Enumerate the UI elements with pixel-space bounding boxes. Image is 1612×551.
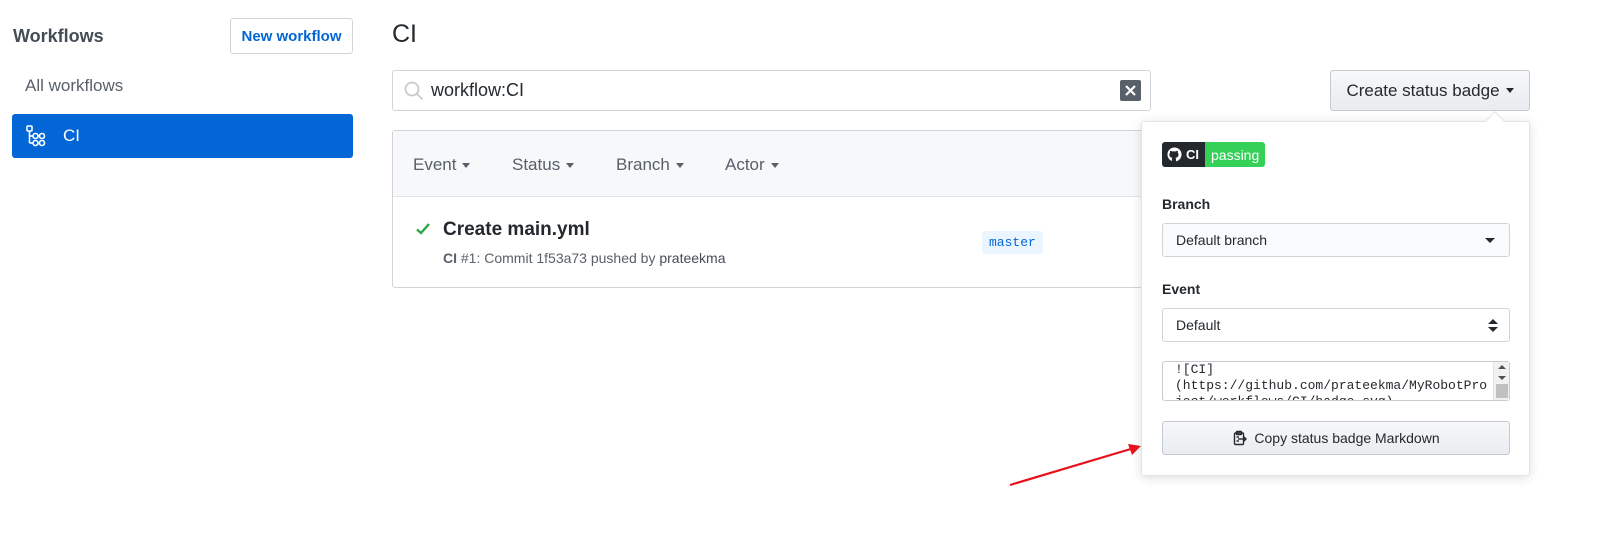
sidebar-title: Workflows [13,26,104,46]
branch-label: Branch [1162,196,1211,212]
create-status-badge-button[interactable]: Create status badge [1330,70,1530,111]
copy-badge-markdown-label: Copy status badge Markdown [1254,430,1440,446]
search-icon [403,80,425,102]
filter-branch-label: Branch [616,155,670,174]
workflow-icon [24,124,48,148]
filter-event-label: Event [413,155,457,174]
check-icon [415,221,431,240]
textarea-scrollbar[interactable] [1493,362,1509,400]
filter-actor[interactable]: Actor [725,155,779,175]
status-badge-popover: CI passing Branch Default branch Event D… [1141,121,1530,476]
run-title-link[interactable]: Create main.yml [443,219,590,241]
filter-branch[interactable]: Branch [616,155,684,175]
page-title: CI [392,20,417,48]
caret-down-icon [1485,238,1495,243]
clear-search-icon[interactable] [1120,80,1141,101]
copy-badge-markdown-button[interactable]: Copy status badge Markdown [1162,421,1510,455]
run-meta-text: : Commit 1f53a73 pushed by [476,250,656,266]
sidebar-item-all-workflows[interactable]: All workflows [25,76,123,96]
clipboard-icon [1232,430,1248,446]
event-label: Event [1162,281,1201,297]
filter-status-label: Status [512,155,561,174]
chevron-down-icon [1505,88,1514,93]
annotation-arrow [1009,444,1141,487]
branch-select[interactable]: Default branch [1162,223,1510,257]
branch-tag[interactable]: master [982,231,1043,254]
filter-status[interactable]: Status [512,155,575,175]
sidebar-item-ci[interactable]: CI [12,114,353,158]
badge-right-label: passing [1205,142,1266,167]
runs-filter-bar: Event Status Branch Actor [393,131,1171,197]
run-meta: CI #1: Commit 1f53a73 pushed by prateekm… [443,250,726,266]
github-logo-icon [1167,147,1182,162]
chevron-down-icon [770,162,779,168]
badge-left: CI [1162,142,1205,167]
badge-left-label: CI [1186,147,1199,162]
event-select-value: Default [1176,317,1221,333]
event-select[interactable]: Default [1162,308,1510,342]
create-status-badge-label: Create status badge [1346,80,1500,100]
chevron-down-icon [675,162,684,168]
new-workflow-button[interactable]: New workflow [230,18,353,54]
sidebar-item-label: CI [63,126,80,145]
branch-select-value: Default branch [1176,232,1268,248]
select-arrows-icon [1488,319,1498,333]
chevron-down-icon [566,162,575,168]
filter-actor-label: Actor [725,155,765,174]
badge-markdown-textarea[interactable]: ![CI](https://github.com/prateekma/MyRob… [1162,361,1510,401]
search-input[interactable] [431,80,1111,101]
run-actor[interactable]: prateekma [659,250,725,266]
search-box [392,70,1151,111]
workflow-runs-panel: Event Status Branch Actor Create main.ym… [392,130,1172,288]
chevron-down-icon [462,162,471,168]
run-number: #1 [460,250,477,266]
filter-event[interactable]: Event [413,155,471,175]
status-badge-preview: CI passing [1162,142,1266,167]
run-workflow-name: CI [443,250,457,266]
